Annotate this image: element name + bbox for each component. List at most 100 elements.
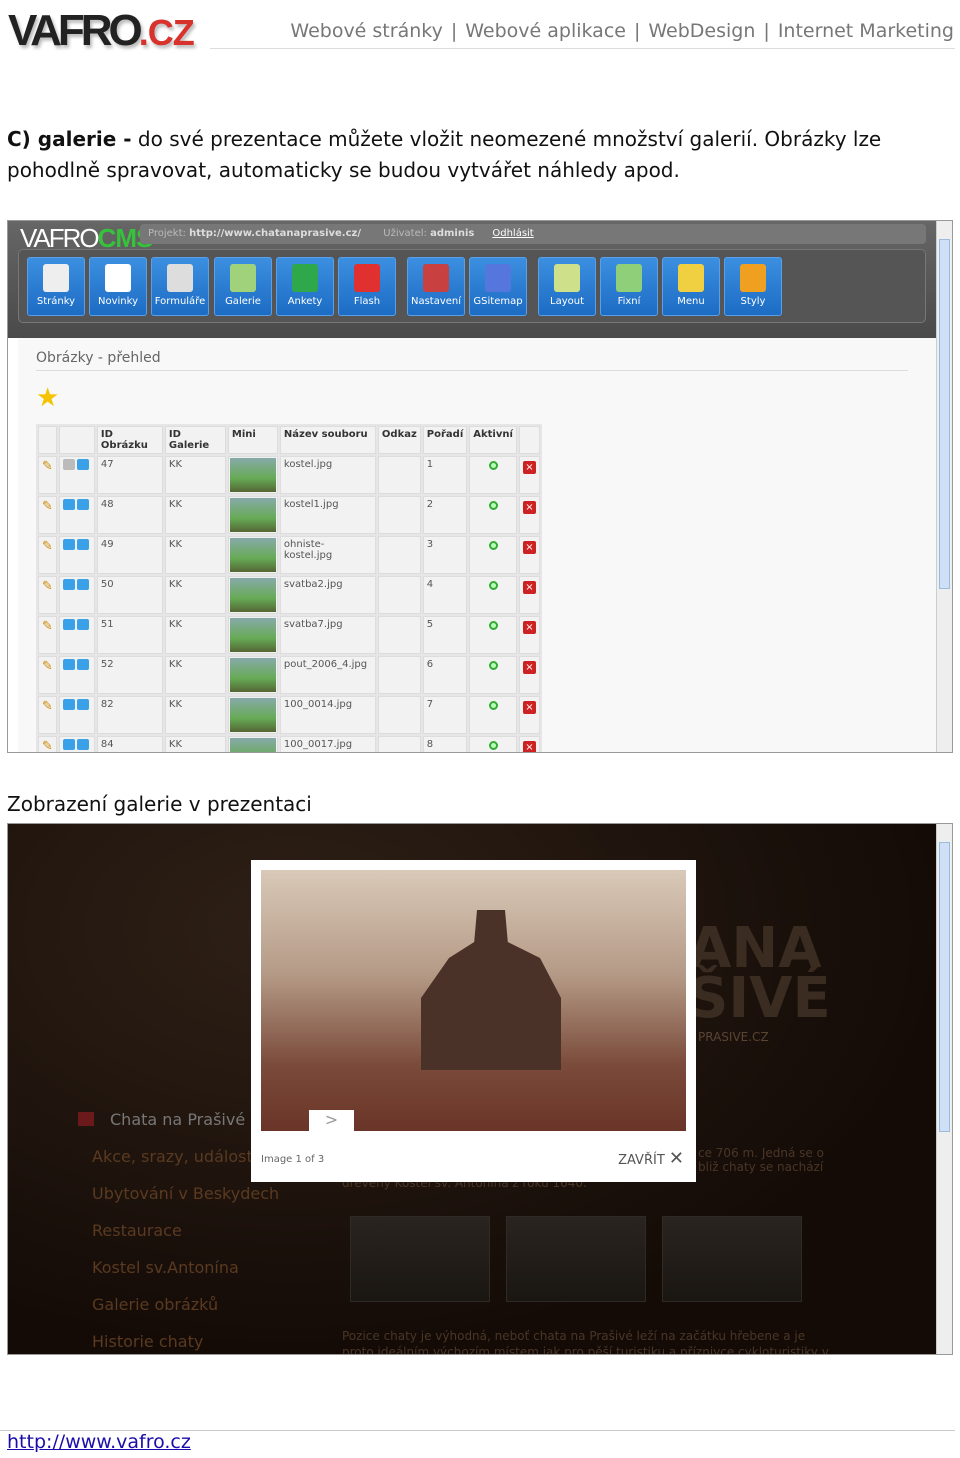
move-down-icon[interactable] <box>76 619 89 630</box>
active-radio[interactable] <box>488 741 498 750</box>
scrollbar-thumb[interactable] <box>939 239 950 589</box>
active-radio[interactable] <box>488 461 498 470</box>
thumbnail[interactable] <box>229 658 276 692</box>
table-row: ✎ 48 KK kostel1.jpg 2 × <box>38 496 540 534</box>
delete-icon[interactable]: × <box>522 461 536 474</box>
edit-pencil-icon[interactable]: ✎ <box>42 699 53 714</box>
file-name: svatba7.jpg <box>279 616 376 654</box>
thumbnail[interactable] <box>229 578 276 612</box>
move-up-icon[interactable] <box>62 619 75 630</box>
logo-suffix: .CZ <box>138 12 195 53</box>
nav-internet-marketing[interactable]: Internet Marketing <box>778 20 954 42</box>
lightbox-image: > <box>261 870 686 1132</box>
delete-icon[interactable]: × <box>522 501 536 514</box>
move-up-icon[interactable] <box>62 659 75 670</box>
toolbar-button-styly[interactable]: Styly <box>724 257 782 316</box>
active-radio[interactable] <box>488 541 498 550</box>
site-menu-item[interactable]: Akce, srazy, události <box>92 1147 257 1166</box>
toolbar-button-fixní[interactable]: Fixní <box>600 257 658 316</box>
move-down-icon[interactable] <box>76 579 89 590</box>
nav-webdesign[interactable]: WebDesign <box>648 20 755 42</box>
add-star-icon[interactable]: ★ <box>36 383 59 413</box>
edit-pencil-icon[interactable]: ✎ <box>42 539 53 554</box>
scrollbar[interactable] <box>936 221 952 752</box>
thumbnail[interactable] <box>229 618 276 652</box>
logout-link[interactable]: Odhlásit <box>492 228 533 239</box>
gallery-thumbnail[interactable] <box>506 1216 646 1302</box>
delete-icon[interactable]: × <box>522 581 536 594</box>
move-down-icon[interactable] <box>76 659 89 670</box>
toolbar-button-flash[interactable]: Flash <box>338 257 396 316</box>
active-radio[interactable] <box>488 621 498 630</box>
nav-separator: | <box>763 20 770 42</box>
site-menu-item[interactable]: Restaurace <box>92 1221 182 1240</box>
footer-link[interactable]: http://www.vafro.cz <box>7 1431 191 1453</box>
move-up-icon[interactable] <box>62 579 75 590</box>
link-cell <box>377 656 421 694</box>
toolbar-button-gsitemap[interactable]: GSitemap <box>469 257 527 316</box>
vafro-logo[interactable]: VAFRO.CZ <box>8 6 198 60</box>
active-radio[interactable] <box>488 501 498 510</box>
toolbar-button-stránky[interactable]: Stránky <box>27 257 85 316</box>
move-down-icon[interactable] <box>76 699 89 710</box>
toolbar-label: Menu <box>677 296 705 307</box>
edit-pencil-icon[interactable]: ✎ <box>42 659 53 674</box>
scrollbar-thumb[interactable] <box>939 842 950 1132</box>
move-up-icon[interactable] <box>62 739 75 750</box>
next-button[interactable]: > <box>309 1110 354 1132</box>
close-button[interactable]: ZAVŘÍT ✕ <box>618 1148 684 1169</box>
edit-pencil-icon[interactable]: ✎ <box>42 499 53 514</box>
gallery-id: KK <box>164 576 226 614</box>
toolbar-button-layout[interactable]: Layout <box>538 257 596 316</box>
active-radio[interactable] <box>488 661 498 670</box>
delete-icon[interactable]: × <box>522 621 536 634</box>
delete-icon[interactable]: × <box>522 741 536 752</box>
toolbar-button-nastavení[interactable]: Nastavení <box>407 257 465 316</box>
move-down-icon[interactable] <box>76 539 89 550</box>
file-name: kostel.jpg <box>279 456 376 494</box>
file-name: ohniste-kostel.jpg <box>279 536 376 574</box>
image-id: 48 <box>96 496 163 534</box>
image-counter: Image 1 of 3 <box>261 1154 325 1165</box>
move-down-icon[interactable] <box>76 499 89 510</box>
toolbar-label: Novinky <box>98 296 138 307</box>
toolbar-button-formuláře[interactable]: Formuláře <box>151 257 209 316</box>
nav-webove-stranky[interactable]: Webové stránky <box>290 20 442 42</box>
table-row: ✎ 52 KK pout_2006_4.jpg 6 × <box>38 656 540 694</box>
toolbar-button-menu[interactable]: Menu <box>662 257 720 316</box>
move-up-icon[interactable] <box>62 699 75 710</box>
site-menu-item[interactable]: Chata na Prašivé <box>110 1110 245 1129</box>
move-up-icon[interactable] <box>62 499 75 510</box>
edit-pencil-icon[interactable]: ✎ <box>42 739 53 752</box>
thumbnail[interactable] <box>229 738 276 752</box>
edit-pencil-icon[interactable]: ✎ <box>42 579 53 594</box>
active-radio[interactable] <box>488 581 498 590</box>
thumbnail[interactable] <box>229 498 276 532</box>
order: 3 <box>422 536 468 574</box>
scrollbar[interactable] <box>936 824 952 1354</box>
move-down-icon[interactable] <box>76 459 89 470</box>
edit-pencil-icon[interactable]: ✎ <box>42 619 53 634</box>
edit-pencil-icon[interactable]: ✎ <box>42 459 53 474</box>
gallery-caption: Zobrazení galerie v prezentaci <box>7 792 312 816</box>
site-menu-item[interactable]: Galerie obrázků <box>92 1295 218 1314</box>
toolbar-button-novinky[interactable]: Novinky <box>89 257 147 316</box>
thumbnail[interactable] <box>229 538 276 572</box>
toolbar-button-ankety[interactable]: Ankety <box>276 257 334 316</box>
thumbnail[interactable] <box>229 458 276 492</box>
delete-icon[interactable]: × <box>522 701 536 714</box>
delete-icon[interactable]: × <box>522 661 536 674</box>
delete-icon[interactable]: × <box>522 541 536 554</box>
active-radio[interactable] <box>488 701 498 710</box>
site-menu-item[interactable]: Ubytování v Beskydech <box>92 1184 279 1203</box>
site-menu-item[interactable]: Kostel sv.Antonína <box>92 1258 239 1277</box>
nav-webove-aplikace[interactable]: Webové aplikace <box>465 20 626 42</box>
move-up-icon[interactable] <box>62 459 75 470</box>
move-down-icon[interactable] <box>76 739 89 750</box>
site-menu-item[interactable]: Historie chaty <box>92 1332 203 1351</box>
move-up-icon[interactable] <box>62 539 75 550</box>
gallery-thumbnail[interactable] <box>662 1216 802 1302</box>
gallery-thumbnail[interactable] <box>350 1216 490 1302</box>
thumbnail[interactable] <box>229 698 276 732</box>
toolbar-button-galerie[interactable]: Galerie <box>214 257 272 316</box>
